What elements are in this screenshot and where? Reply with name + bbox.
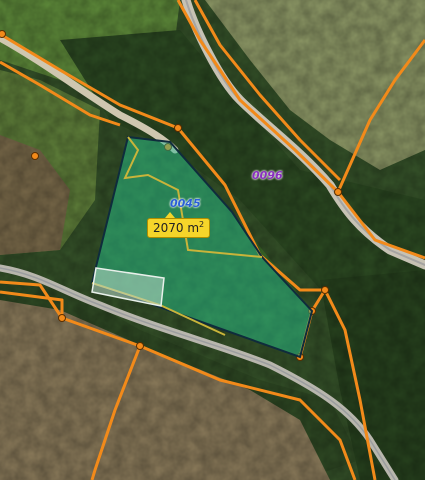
area-measurement-badge[interactable]: 2070 m2	[147, 218, 211, 238]
parcel-number-label[interactable]: 0096	[250, 170, 285, 182]
area-unit-superscript: 2	[199, 220, 205, 229]
area-value: 2070 m	[153, 221, 200, 235]
vertex-point	[31, 152, 39, 160]
vertex-point	[58, 314, 66, 322]
parcel-number-label[interactable]: 0045	[168, 198, 203, 210]
vertex-point	[136, 342, 144, 350]
map-view[interactable]: 0045 0096 2070 m2	[0, 0, 425, 480]
vertex-point	[321, 286, 329, 294]
vertex-point	[334, 188, 342, 196]
map-canvas[interactable]	[0, 0, 425, 480]
vertex-point	[0, 30, 6, 38]
vertex-point	[174, 124, 182, 132]
